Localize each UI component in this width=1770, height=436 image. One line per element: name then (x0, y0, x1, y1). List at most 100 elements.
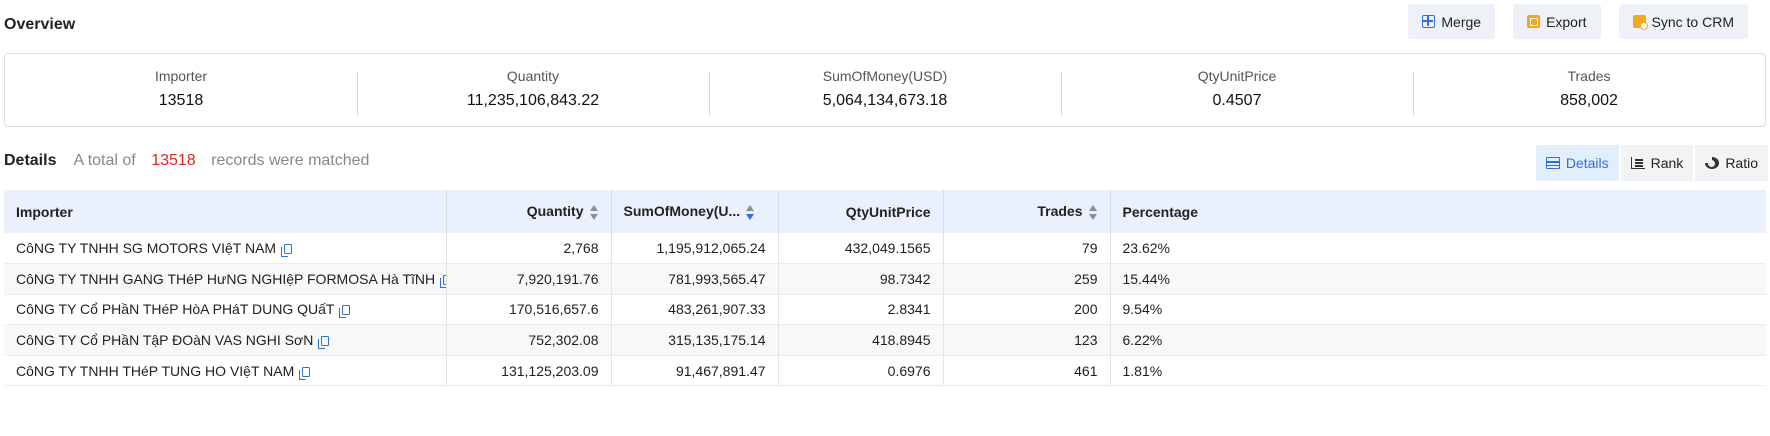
quantity-cell: 131,125,203.09 (446, 355, 612, 387)
table-row: CôNG TY TNHH SG MOTORS VIệT NAM 2,768 1,… (4, 233, 1766, 265)
table-row: CôNG TY Cổ PHầN THéP HòA PHáT DUNG QUấT … (4, 294, 1766, 326)
column-header-trades[interactable]: Trades (943, 190, 1111, 233)
merge-button-label: Merge (1441, 13, 1482, 30)
stat-sum-of-money: SumOfMoney(USD) 5,064,134,673.18 (709, 66, 1061, 116)
tab-label: Details (1565, 155, 1609, 171)
qty-unit-price-cell: 418.8945 (778, 324, 944, 356)
column-header-qty-unit-price: QtyUnitPrice (778, 190, 944, 233)
sum-of-money-cell: 1,195,912,065.24 (611, 233, 779, 265)
merge-button[interactable]: Merge (1408, 4, 1496, 39)
sum-of-money-cell: 91,467,891.47 (611, 355, 779, 387)
summary-stats: Importer 13518 Quantity 11,235,106,843.2… (4, 53, 1766, 127)
trades-cell: 79 (943, 233, 1111, 265)
stat-label: QtyUnitPrice (1197, 68, 1277, 84)
trades-cell: 123 (943, 324, 1111, 356)
importer-cell: CôNG TY TNHH GANG THéP HưNG NGHIệP FORMO… (4, 263, 447, 295)
sort-icon[interactable] (746, 204, 755, 220)
table-row: CôNG TY TNHH GANG THéP HưNG NGHIệP FORMO… (4, 263, 1766, 295)
stat-value: 13518 (158, 92, 204, 109)
copy-icon[interactable] (299, 366, 311, 380)
copy-icon[interactable] (318, 336, 330, 350)
importer-cell: CôNG TY TNHH SG MOTORS VIệT NAM (4, 233, 447, 265)
importer-table: Importer Quantity SumOfMoney(U... QtyUni… (4, 190, 1766, 387)
importer-name[interactable]: CôNG TY Cổ PHầN TậP ĐOàN VAS NGHI SơN (16, 332, 313, 348)
importer-name[interactable]: CôNG TY Cổ PHầN THéP HòA PHáT DUNG QUấT (16, 301, 334, 317)
importer-cell: CôNG TY Cổ PHầN THéP HòA PHáT DUNG QUấT (4, 294, 447, 326)
tab-label: Ratio (1725, 155, 1758, 171)
page-title: Overview (4, 16, 76, 33)
table-row: CôNG TY TNHH THéP TUNG HO VIệT NAM 131,1… (4, 355, 1766, 387)
tab-details[interactable]: Details (1535, 145, 1619, 181)
sum-of-money-cell: 781,993,565.47 (611, 263, 779, 295)
table-header-row: Importer Quantity SumOfMoney(U... QtyUni… (4, 190, 1766, 233)
stat-value: 858,002 (1560, 92, 1618, 109)
qty-unit-price-cell: 432,049.1565 (778, 233, 944, 265)
table-icon (1545, 157, 1560, 169)
trades-cell: 200 (943, 294, 1111, 326)
sort-icon[interactable] (589, 204, 599, 220)
records-prefix: A total of (73, 152, 136, 169)
qty-unit-price-cell: 2.8341 (778, 294, 944, 326)
column-header-label: Quantity (526, 203, 584, 220)
stat-value: 5,064,134,673.18 (822, 92, 948, 109)
table-row: CôNG TY Cổ PHầN TậP ĐOàN VAS NGHI SơN 75… (4, 324, 1766, 356)
percentage-cell: 9.54% (1110, 294, 1766, 326)
trades-cell: 461 (943, 355, 1111, 387)
export-button-label: Export (1546, 13, 1587, 30)
toolbar: Merge Export Sync to CRM (1408, 4, 1748, 39)
importer-name[interactable]: CôNG TY TNHH GANG THéP HưNG NGHIệP FORMO… (16, 271, 435, 287)
sum-of-money-cell: 315,135,175.14 (611, 324, 779, 356)
importer-cell: CôNG TY TNHH THéP TUNG HO VIệT NAM (4, 355, 447, 387)
stat-label: Importer (154, 68, 208, 84)
records-count: 13518 (151, 152, 196, 169)
quantity-cell: 7,920,191.76 (446, 263, 612, 295)
pie-icon (1705, 157, 1720, 169)
sync-button-label: Sync to CRM (1651, 13, 1734, 30)
column-header-label: Percentage (1122, 203, 1198, 220)
quantity-cell: 752,302.08 (446, 324, 612, 356)
details-header: Details A total of 13518 records were ma… (4, 152, 369, 170)
percentage-cell: 1.81% (1110, 355, 1766, 387)
stat-label: Quantity (506, 68, 560, 84)
copy-icon[interactable] (339, 305, 351, 319)
rank-icon (1630, 157, 1645, 169)
tab-ratio[interactable]: Ratio (1695, 145, 1768, 181)
records-summary: A total of 13518 records were matched (73, 152, 369, 170)
stat-importer: Importer 13518 (5, 66, 357, 114)
percentage-cell: 6.22% (1110, 324, 1766, 356)
importer-name[interactable]: CôNG TY TNHH THéP TUNG HO VIệT NAM (16, 363, 294, 379)
stat-label: SumOfMoney(USD) (822, 68, 948, 84)
stat-value: 11,235,106,843.22 (466, 92, 600, 109)
sort-icon[interactable] (1088, 204, 1098, 220)
trades-cell: 259 (943, 263, 1111, 295)
column-header-label: Importer (16, 203, 73, 220)
export-button[interactable]: Export (1513, 4, 1601, 39)
tab-label: Rank (1650, 155, 1684, 171)
percentage-cell: 15.44% (1110, 263, 1766, 295)
sync-to-crm-button[interactable]: Sync to CRM (1618, 4, 1748, 39)
importer-cell: CôNG TY Cổ PHầN TậP ĐOàN VAS NGHI SơN (4, 324, 447, 356)
sum-of-money-cell: 483,261,907.33 (611, 294, 779, 326)
stat-value: 0.4507 (1212, 92, 1262, 109)
copy-icon[interactable] (281, 244, 293, 258)
column-header-importer: Importer (4, 190, 447, 233)
qty-unit-price-cell: 98.7342 (778, 263, 944, 295)
details-title: Details (4, 152, 57, 169)
stat-quantity: Quantity 11,235,106,843.22 (357, 66, 709, 116)
quantity-cell: 170,516,657.6 (446, 294, 612, 326)
stat-trades: Trades 858,002 (1413, 66, 1765, 116)
column-header-percentage: Percentage (1110, 190, 1766, 233)
stat-label: Trades (1567, 68, 1611, 84)
column-header-label: SumOfMoney(U... (623, 203, 741, 220)
sync-icon (1632, 15, 1648, 30)
export-icon (1527, 15, 1541, 28)
merge-icon (1422, 15, 1436, 28)
qty-unit-price-cell: 0.6976 (778, 355, 944, 387)
column-header-quantity[interactable]: Quantity (446, 190, 612, 233)
column-header-label: Trades (1037, 203, 1083, 220)
records-suffix: records were matched (211, 152, 370, 169)
importer-name[interactable]: CôNG TY TNHH SG MOTORS VIệT NAM (16, 240, 276, 256)
column-header-sum-of-money[interactable]: SumOfMoney(U... (611, 190, 779, 233)
tab-rank[interactable]: Rank (1620, 145, 1694, 181)
percentage-cell: 23.62% (1110, 233, 1766, 265)
